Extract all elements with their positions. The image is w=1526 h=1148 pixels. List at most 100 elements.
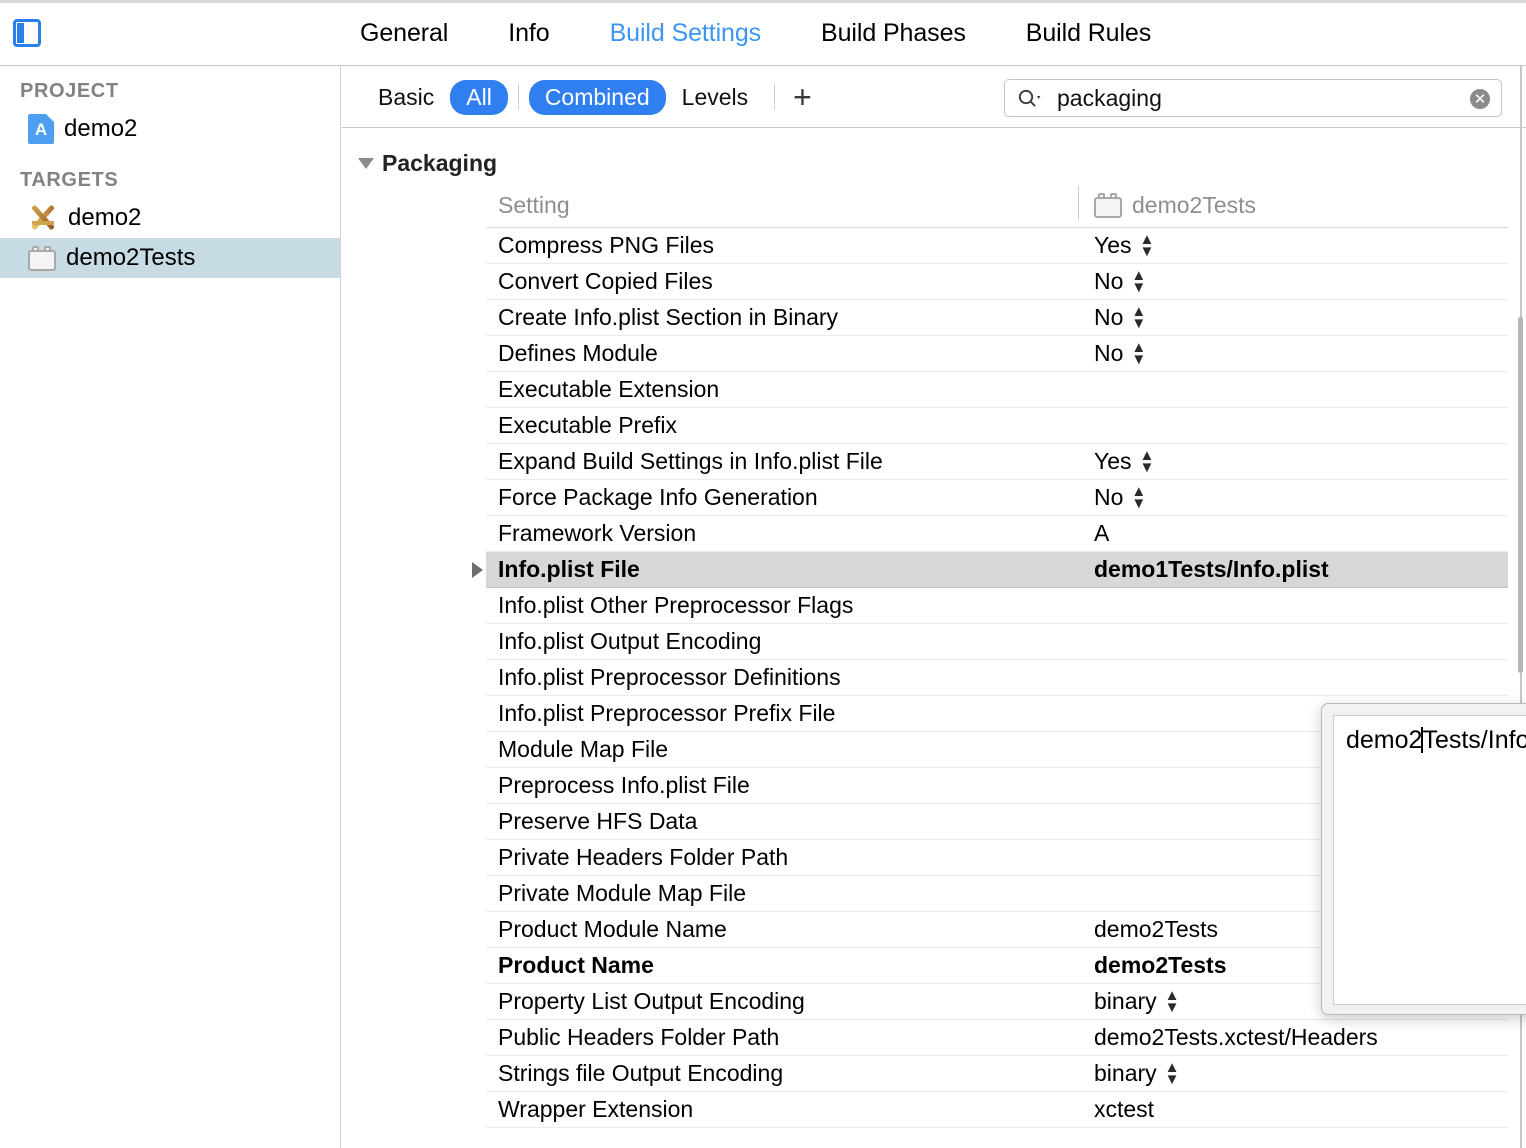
table-row[interactable]: Framework Version A bbox=[486, 516, 1508, 552]
search-input[interactable]: packaging ✕ bbox=[1004, 79, 1502, 117]
setting-name-cell: Info.plist File bbox=[472, 556, 1078, 583]
table-row[interactable]: Info.plist Output Encoding bbox=[486, 624, 1508, 660]
setting-name-label: Module Map File bbox=[498, 736, 669, 762]
setting-value-cell[interactable]: demo2Tests bbox=[1078, 952, 1227, 979]
chevron-down-icon[interactable] bbox=[358, 157, 374, 169]
tab-build-rules[interactable]: Build Rules bbox=[1026, 19, 1151, 48]
setting-name-cell: Private Headers Folder Path bbox=[498, 844, 1078, 871]
setting-name-cell: Strings file Output Encoding bbox=[498, 1060, 1078, 1087]
setting-value-label: xctest bbox=[1094, 1096, 1155, 1122]
stepper-icon[interactable]: ▲ ▼ bbox=[1165, 1060, 1180, 1086]
setting-name-cell: Private Module Map File bbox=[498, 880, 1078, 907]
sidebar-item-project-demo2[interactable]: A demo2 bbox=[0, 109, 340, 149]
setting-name-label: Public Headers Folder Path bbox=[498, 1024, 780, 1050]
clear-icon[interactable]: ✕ bbox=[1470, 89, 1490, 109]
segment-divider bbox=[774, 84, 776, 110]
setting-value-label: A bbox=[1094, 520, 1110, 546]
filter-levels-button[interactable]: Levels bbox=[666, 80, 764, 115]
stepper-icon[interactable]: ▲ ▼ bbox=[1165, 988, 1180, 1014]
setting-name-label: Info.plist Output Encoding bbox=[498, 628, 762, 654]
value-after-caret: Tests/Info.plist bbox=[1422, 726, 1526, 754]
setting-value-cell[interactable]: Yes ▲ ▼ bbox=[1078, 232, 1154, 259]
table-row[interactable]: Convert Copied Files No ▲ ▼ bbox=[486, 264, 1508, 300]
sidebar-toggle-icon[interactable] bbox=[13, 19, 41, 47]
setting-name-cell: Info.plist Other Preprocessor Flags bbox=[498, 592, 1078, 619]
setting-name-cell: Convert Copied Files bbox=[498, 268, 1078, 295]
setting-value-cell[interactable]: demo2Tests bbox=[1078, 916, 1218, 943]
tab-build-settings[interactable]: Build Settings bbox=[610, 19, 762, 48]
table-row[interactable]: Defines Module No ▲ ▼ bbox=[486, 336, 1508, 372]
setting-value-cell[interactable]: demo1Tests/Info.plist bbox=[1078, 556, 1329, 583]
table-row[interactable]: Strings file Output Encoding binary ▲ ▼ bbox=[486, 1056, 1508, 1092]
table-row[interactable]: Public Headers Folder Path demo2Tests.xct… bbox=[486, 1020, 1508, 1056]
filter-all-button[interactable]: All bbox=[450, 79, 508, 115]
filter-combined-button[interactable]: Combined bbox=[528, 79, 666, 115]
setting-value-cell[interactable]: No ▲ ▼ bbox=[1078, 340, 1146, 367]
segment-divider bbox=[517, 84, 519, 110]
table-row[interactable]: Wrapper Extension xctest bbox=[486, 1092, 1508, 1128]
sidebar-target-label: demo2 bbox=[68, 204, 142, 231]
setting-name-label: Info.plist Preprocessor Definitions bbox=[498, 664, 841, 690]
section-title: Packaging bbox=[382, 149, 498, 176]
setting-value-cell[interactable]: xctest bbox=[1078, 1096, 1154, 1123]
value-editor-popover: demo2Tests/Info.plist bbox=[1321, 703, 1526, 1015]
setting-value-label: demo2Tests.xctest/Headers bbox=[1094, 1024, 1378, 1050]
setting-name-cell: Module Map File bbox=[498, 736, 1078, 763]
table-row[interactable]: Executable Extension bbox=[486, 372, 1508, 408]
setting-value-label: No bbox=[1094, 484, 1124, 510]
sidebar-item-target-demo2tests[interactable]: demo2Tests bbox=[0, 238, 340, 278]
search-text[interactable]: packaging bbox=[1057, 85, 1162, 112]
setting-value-label: binary bbox=[1094, 988, 1157, 1014]
table-row[interactable]: Info.plist Other Preprocessor Flags bbox=[486, 588, 1508, 624]
add-setting-button[interactable]: + bbox=[785, 81, 820, 113]
setting-value-cell[interactable]: binary ▲ ▼ bbox=[1078, 988, 1180, 1015]
setting-name-cell: Executable Extension bbox=[498, 376, 1078, 403]
setting-value-cell[interactable]: demo2Tests.xctest/Headers bbox=[1078, 1024, 1378, 1051]
stepper-icon[interactable]: ▲ ▼ bbox=[1131, 484, 1146, 510]
xcode-project-icon: A bbox=[28, 114, 54, 144]
table-row[interactable]: Compress PNG Files Yes ▲ ▼ bbox=[486, 228, 1508, 264]
setting-name-cell: Expand Build Settings in Info.plist File bbox=[498, 448, 1078, 475]
setting-value-cell[interactable]: A bbox=[1078, 520, 1109, 547]
editor-tabs: General Info Build Settings Build Phases… bbox=[360, 0, 1151, 66]
vertical-scrollbar[interactable] bbox=[1518, 317, 1523, 673]
setting-value-cell[interactable]: binary ▲ ▼ bbox=[1078, 1060, 1180, 1087]
table-row[interactable]: Executable Prefix bbox=[486, 408, 1508, 444]
stepper-icon[interactable]: ▲ ▼ bbox=[1131, 340, 1146, 366]
setting-name-cell: Defines Module bbox=[498, 340, 1078, 367]
setting-name-cell: Info.plist Output Encoding bbox=[498, 628, 1078, 655]
setting-name-label: Wrapper Extension bbox=[498, 1096, 694, 1122]
table-row[interactable]: Info.plist Preprocessor Definitions bbox=[486, 660, 1508, 696]
setting-value-cell[interactable]: No ▲ ▼ bbox=[1078, 484, 1146, 511]
setting-name-label: Defines Module bbox=[498, 340, 658, 366]
tab-build-phases[interactable]: Build Phases bbox=[821, 19, 966, 48]
setting-value-cell[interactable]: No ▲ ▼ bbox=[1078, 268, 1146, 295]
table-row[interactable]: Create Info.plist Section in Binary No ▲ ▼ bbox=[486, 300, 1508, 336]
value-editor-text[interactable]: demo2Tests/Info.plist bbox=[1346, 726, 1526, 755]
chevron-right-icon[interactable] bbox=[472, 561, 483, 578]
stepper-icon[interactable]: ▲ ▼ bbox=[1131, 268, 1146, 294]
stepper-icon[interactable]: ▲ ▼ bbox=[1140, 448, 1155, 474]
tab-general[interactable]: General bbox=[360, 19, 448, 48]
sidebar-item-target-demo2[interactable]: demo2 bbox=[0, 198, 340, 238]
stepper-icon[interactable]: ▲ ▼ bbox=[1131, 304, 1146, 330]
setting-name-cell: Executable Prefix bbox=[498, 412, 1078, 439]
value-editor-textarea[interactable]: demo2Tests/Info.plist bbox=[1333, 715, 1526, 1005]
filter-basic-button[interactable]: Basic bbox=[362, 80, 450, 115]
table-row[interactable]: Info.plist File demo1Tests/Info.plist bbox=[472, 552, 1508, 588]
setting-name-label: Product Module Name bbox=[498, 916, 727, 942]
stepper-icon[interactable]: ▲ ▼ bbox=[1140, 232, 1155, 258]
section-header-packaging[interactable]: Packaging bbox=[342, 142, 1526, 184]
table-row[interactable]: Expand Build Settings in Info.plist File… bbox=[486, 444, 1508, 480]
setting-name-cell: Product Name bbox=[498, 952, 1078, 979]
setting-name-cell: Property List Output Encoding bbox=[498, 988, 1078, 1015]
setting-name-cell: Info.plist Preprocessor Definitions bbox=[498, 664, 1078, 691]
setting-name-label: Create Info.plist Section in Binary bbox=[498, 304, 839, 330]
setting-name-label: Compress PNG Files bbox=[498, 232, 714, 258]
setting-value-cell[interactable]: No ▲ ▼ bbox=[1078, 304, 1146, 331]
setting-value-label: demo2Tests bbox=[1094, 916, 1219, 942]
table-row[interactable]: Force Package Info Generation No ▲ ▼ bbox=[486, 480, 1508, 516]
setting-name-label: Info.plist Preprocessor Prefix File bbox=[498, 700, 836, 726]
tab-info[interactable]: Info bbox=[508, 19, 549, 48]
setting-value-cell[interactable]: Yes ▲ ▼ bbox=[1078, 448, 1154, 475]
